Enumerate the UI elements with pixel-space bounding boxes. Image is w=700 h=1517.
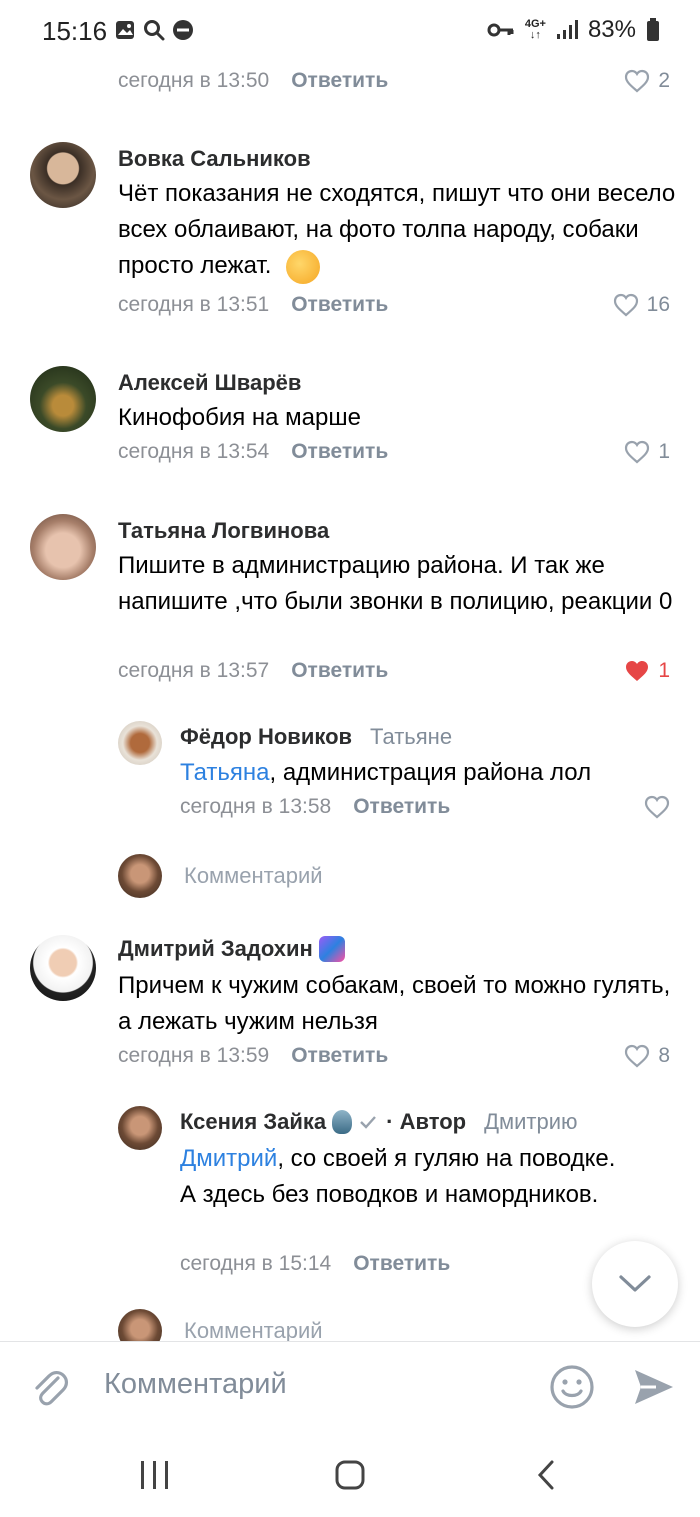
- comment-time: сегодня в 13:51: [118, 293, 270, 316]
- reply-button[interactable]: Ответить: [291, 69, 388, 93]
- reply-button[interactable]: Ответить: [353, 1252, 450, 1276]
- comment-author: Ксения Зайка · Автор Дмитрию: [180, 1109, 578, 1135]
- heart-filled-icon: [626, 661, 649, 681]
- back-icon[interactable]: [534, 1459, 558, 1491]
- reply-to[interactable]: Дмитрию: [484, 1109, 577, 1135]
- mention-link[interactable]: Дмитрий: [180, 1145, 277, 1172]
- comment-composer: Комментарий: [0, 1341, 700, 1434]
- comment-time: сегодня в 13:50: [118, 69, 270, 92]
- heart-icon: [625, 1044, 650, 1068]
- comment-text: Дмитрий, со своей я гуляю на поводке. А …: [180, 1141, 620, 1213]
- gallery-icon: [116, 21, 134, 39]
- signal-icon: [556, 20, 578, 39]
- comment-time: сегодня в 13:59: [118, 1044, 270, 1067]
- system-navigation-bar: [0, 1433, 700, 1517]
- author-name[interactable]: Ксения Зайка: [180, 1109, 326, 1135]
- comment-meta: сегодня в 13:57 Ответить: [118, 656, 388, 686]
- battery-icon: [647, 18, 659, 41]
- like-button[interactable]: 8: [624, 1041, 670, 1071]
- reply-placeholder: Комментарий: [184, 863, 323, 888]
- status-emoji-icon: [332, 1110, 353, 1134]
- comment-text: Чёт показания не сходятся, пишут что они…: [118, 176, 678, 284]
- avatar[interactable]: [30, 514, 96, 580]
- reply-button[interactable]: Ответить: [291, 293, 388, 317]
- comment-author[interactable]: Алексей Шварёв: [118, 370, 301, 396]
- comment-input[interactable]: Комментарий: [104, 1368, 287, 1401]
- smile-icon[interactable]: [548, 1363, 596, 1411]
- heart-icon: [625, 440, 650, 464]
- avatar[interactable]: [118, 721, 162, 765]
- key-icon: [487, 23, 514, 37]
- comment-time: сегодня в 15:14: [180, 1252, 332, 1275]
- like-button[interactable]: 16: [613, 290, 670, 320]
- like-button[interactable]: 1: [624, 437, 670, 467]
- like-count: 16: [646, 293, 670, 316]
- search-icon: [144, 20, 165, 41]
- comment-author[interactable]: Вовка Сальников: [118, 146, 311, 172]
- comment-author[interactable]: Татьяна Логвинова: [118, 518, 329, 544]
- network-type: 4G+ ↓↑: [524, 18, 546, 41]
- home-icon[interactable]: [334, 1459, 366, 1491]
- comment-text: Кинофобия на марше: [118, 404, 361, 431]
- comment-author: Дмитрий Задохин: [118, 936, 345, 962]
- author-label: · Автор: [386, 1109, 467, 1134]
- reply-button[interactable]: Ответить: [291, 659, 388, 683]
- status-right: 4G+ ↓↑ 83%: [487, 16, 660, 44]
- scroll-down-button[interactable]: [592, 1241, 678, 1327]
- my-avatar: [118, 854, 162, 898]
- comment-text-body: Чёт показания не сходятся, пишут что они…: [118, 180, 676, 279]
- avatar[interactable]: [30, 142, 96, 208]
- recent-apps-icon[interactable]: [138, 1459, 172, 1491]
- status-time: 15:16: [42, 16, 108, 46]
- reply-comment-field[interactable]: Комментарий: [118, 854, 323, 898]
- comment-meta: сегодня в 13:58 Ответить: [180, 792, 450, 822]
- reply-button[interactable]: Ответить: [353, 795, 450, 819]
- like-count: 2: [658, 69, 670, 92]
- comment-meta: сегодня в 13:50 Ответить: [118, 66, 388, 96]
- send-icon[interactable]: [632, 1367, 676, 1407]
- comment-meta: сегодня в 13:51 Ответить: [118, 290, 388, 320]
- comment-time: сегодня в 13:57: [118, 659, 270, 682]
- avatar[interactable]: [118, 1106, 162, 1150]
- reply-button[interactable]: Ответить: [291, 1044, 388, 1068]
- like-button[interactable]: 2: [624, 66, 670, 96]
- heart-icon: [644, 795, 670, 819]
- reply-to[interactable]: Татьяне: [370, 724, 452, 750]
- comment-meta: сегодня в 13:59 Ответить: [118, 1041, 388, 1071]
- mention-link[interactable]: Татьяна: [180, 759, 270, 786]
- like-count: 1: [658, 659, 670, 682]
- clip-icon[interactable]: [28, 1366, 72, 1410]
- chevron-down-icon: [619, 1275, 651, 1292]
- reply-button[interactable]: Ответить: [291, 440, 388, 464]
- like-button[interactable]: 1: [624, 656, 670, 686]
- author-name[interactable]: Фёдор Новиков: [180, 724, 352, 750]
- avatar[interactable]: [30, 935, 96, 1001]
- comment-text: Татьяна, администрация района лол: [180, 755, 670, 791]
- notification-icons: [114, 18, 194, 42]
- heart-icon: [613, 293, 638, 317]
- comment-meta: сегодня в 13:54 Ответить: [118, 437, 388, 467]
- like-count: 8: [658, 1044, 670, 1067]
- like-count: 1: [658, 440, 670, 463]
- comment-text: Пишите в администрацию района. И так же …: [118, 552, 673, 615]
- thinking-emoji: 🤔: [286, 249, 321, 284]
- comment-text-body: , администрация района лол: [269, 759, 592, 786]
- comment-time: сегодня в 13:54: [118, 440, 270, 463]
- verified-check-icon: [360, 1116, 377, 1129]
- author-name[interactable]: Дмитрий Задохин: [118, 936, 313, 962]
- comment-author: Фёдор Новиков Татьяне: [180, 724, 452, 750]
- battery-percent: 83%: [587, 16, 636, 43]
- status-bar: 15:16 4G+ ↓↑ 83%: [0, 0, 700, 62]
- comment-time: сегодня в 13:58: [180, 795, 332, 818]
- vk-badge-icon: [318, 936, 345, 962]
- avatar[interactable]: [30, 366, 96, 432]
- comment-meta: сегодня в 15:14 Ответить: [180, 1249, 450, 1279]
- like-button[interactable]: [644, 792, 670, 822]
- dnd-icon: [173, 20, 193, 40]
- heart-icon: [625, 69, 650, 93]
- comment-text: Причем к чужим собакам, своей то можно г…: [118, 972, 671, 1035]
